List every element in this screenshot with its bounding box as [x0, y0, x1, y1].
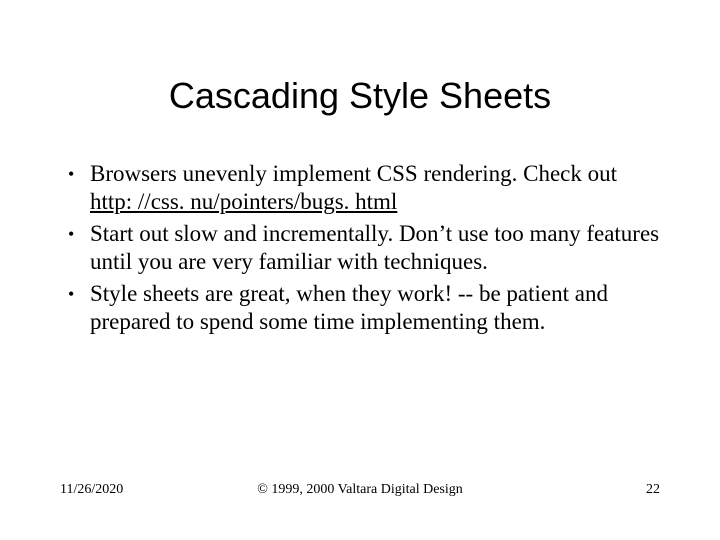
slide: Cascading Style Sheets Browsers unevenly… [0, 0, 720, 540]
slide-body: Browsers unevenly implement CSS renderin… [60, 160, 660, 340]
bullet-text: Style sheets are great, when they work! … [90, 281, 608, 334]
slide-footer: 11/26/2020 © 1999, 2000 Valtara Digital … [60, 482, 660, 498]
footer-page-number: 22 [646, 482, 660, 498]
link-css-bugs[interactable]: http: //css. nu/pointers/bugs. html [90, 189, 397, 214]
bullet-text: Browsers unevenly implement CSS renderin… [90, 161, 617, 186]
footer-date: 11/26/2020 [60, 482, 123, 498]
bullet-list: Browsers unevenly implement CSS renderin… [60, 160, 660, 336]
footer-copyright: © 1999, 2000 Valtara Digital Design [60, 482, 660, 498]
bullet-item: Browsers unevenly implement CSS renderin… [60, 160, 660, 216]
bullet-item: Style sheets are great, when they work! … [60, 280, 660, 336]
bullet-item: Start out slow and incrementally. Don’t … [60, 220, 660, 276]
bullet-text: Start out slow and incrementally. Don’t … [90, 221, 659, 274]
slide-title: Cascading Style Sheets [0, 75, 720, 117]
